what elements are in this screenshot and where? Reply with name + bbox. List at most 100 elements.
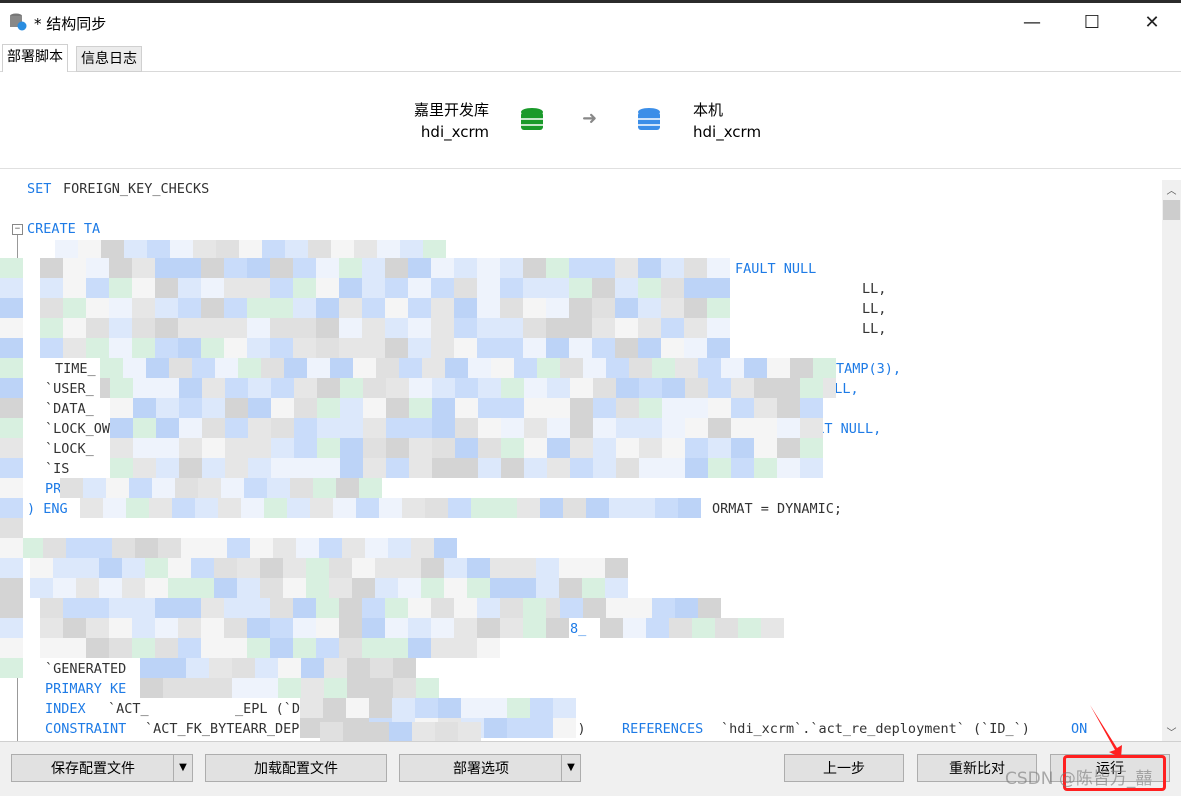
redaction-mosaic (0, 258, 23, 278)
redaction-mosaic (629, 598, 652, 618)
redaction-mosaic (316, 618, 339, 638)
redaction-mosaic (110, 438, 133, 458)
redaction-mosaic (301, 658, 324, 678)
redaction-mosaic (109, 598, 132, 618)
redaction-mosaic (582, 558, 605, 578)
redaction-mosaic (255, 658, 278, 678)
redaction-mosaic (546, 298, 569, 318)
redaction-mosaic (284, 358, 307, 378)
redaction-mosaic (63, 278, 86, 298)
redaction-mosaic (569, 318, 592, 338)
scrollbar-thumb[interactable] (1163, 200, 1180, 220)
dropdown-arrow-icon[interactable]: ▼ (561, 755, 580, 781)
redaction-mosaic (346, 698, 369, 718)
redaction-mosaic (179, 418, 202, 438)
redaction-mosaic (201, 598, 224, 618)
redaction-mosaic (524, 438, 547, 458)
redaction-mosaic (247, 278, 270, 298)
redaction-mosaic (178, 598, 201, 618)
dropdown-arrow-icon[interactable]: ▼ (173, 755, 192, 781)
redaction-mosaic (339, 598, 362, 618)
redaction-mosaic (109, 278, 132, 298)
tab-deploy-script[interactable]: 部署脚本 (2, 44, 68, 73)
redaction-mosaic (408, 618, 431, 638)
redaction-mosaic (592, 298, 615, 318)
redaction-mosaic (662, 398, 685, 418)
save-config-button[interactable]: 保存配置文件 ▼ (11, 754, 193, 782)
redaction-mosaic (201, 318, 224, 338)
redaction-mosaic (490, 578, 513, 598)
redaction-mosaic (244, 478, 267, 498)
redaction-mosaic (179, 398, 202, 418)
redaction-mosaic (271, 458, 294, 478)
code-fragment: CONSTRAINT (45, 721, 127, 737)
redaction-mosaic (224, 338, 247, 358)
redaction-mosaic (416, 678, 439, 698)
redaction-mosaic (178, 618, 201, 638)
sql-script-editor[interactable]: − − SETFOREIGN_KEY_CHECKSCREATE TAENTFAU… (0, 169, 1162, 741)
redaction-mosaic (501, 458, 524, 478)
redaction-mosaic (500, 598, 523, 618)
minimize-button[interactable]: — (1012, 11, 1052, 35)
redaction-mosaic (40, 278, 63, 298)
redaction-mosaic (386, 378, 409, 398)
redaction-mosaic (270, 318, 293, 338)
redaction-mosaic (662, 418, 685, 438)
close-button[interactable]: ✕ (1132, 11, 1172, 35)
red-arrow-annotation (1090, 705, 1122, 758)
redaction-mosaic (224, 638, 247, 658)
redaction-mosaic (293, 318, 316, 338)
redaction-mosaic (393, 658, 416, 678)
redaction-mosaic (731, 418, 754, 438)
redaction-mosaic (392, 698, 415, 718)
maximize-button[interactable]: ☐ (1072, 11, 1112, 35)
redaction-mosaic (324, 678, 347, 698)
vertical-scrollbar[interactable]: ︿ ﹀ (1162, 180, 1181, 741)
previous-step-button[interactable]: 上一步 (784, 754, 904, 782)
redaction-mosaic (471, 498, 494, 518)
code-fragment: INDEX (45, 701, 86, 717)
redaction-mosaic (224, 298, 247, 318)
redaction-mosaic (225, 398, 248, 418)
redaction-mosaic (247, 598, 270, 618)
tab-info-log[interactable]: 信息日志 (76, 46, 142, 72)
redaction-mosaic (294, 378, 317, 398)
redaction-mosaic (247, 318, 270, 338)
load-config-button[interactable]: 加载配置文件 (205, 754, 387, 782)
scroll-down-icon[interactable]: ﹀ (1162, 724, 1181, 739)
redaction-mosaic (317, 418, 340, 438)
redaction-mosaic (320, 722, 343, 741)
code-fragment: LL, (862, 281, 887, 297)
redaction-mosaic (606, 358, 629, 378)
redaction-mosaic (675, 598, 698, 618)
redaction-mosaic (738, 618, 761, 638)
redaction-mosaic (638, 258, 661, 278)
redaction-mosaic (379, 498, 402, 518)
redaction-mosaic (267, 478, 290, 498)
redaction-mosaic (101, 240, 124, 260)
redaction-mosaic (294, 438, 317, 458)
redaction-mosaic (435, 722, 458, 741)
redaction-mosaic (109, 318, 132, 338)
save-config-label: 保存配置文件 (51, 761, 135, 777)
redaction-mosaic (409, 398, 432, 418)
redaction-mosaic (530, 698, 553, 718)
redaction-mosaic (431, 638, 454, 658)
redaction-mosaic (339, 618, 362, 638)
redaction-mosaic (708, 438, 731, 458)
redaction-mosaic (100, 358, 123, 378)
redaction-mosaic (500, 338, 523, 358)
redaction-mosaic (209, 678, 232, 698)
scroll-up-icon[interactable]: ︿ (1162, 182, 1181, 197)
redaction-mosaic (339, 318, 362, 338)
redaction-mosaic (307, 358, 330, 378)
redaction-mosaic (283, 578, 306, 598)
redaction-mosaic (363, 378, 386, 398)
target-database-icon (638, 108, 660, 130)
deploy-options-button[interactable]: 部署选项 ▼ (399, 754, 581, 782)
redaction-mosaic (319, 538, 342, 558)
redaction-mosaic (477, 258, 500, 278)
fold-toggle-icon[interactable]: − (12, 224, 23, 235)
redaction-mosaic (639, 378, 662, 398)
redaction-mosaic (287, 498, 310, 518)
